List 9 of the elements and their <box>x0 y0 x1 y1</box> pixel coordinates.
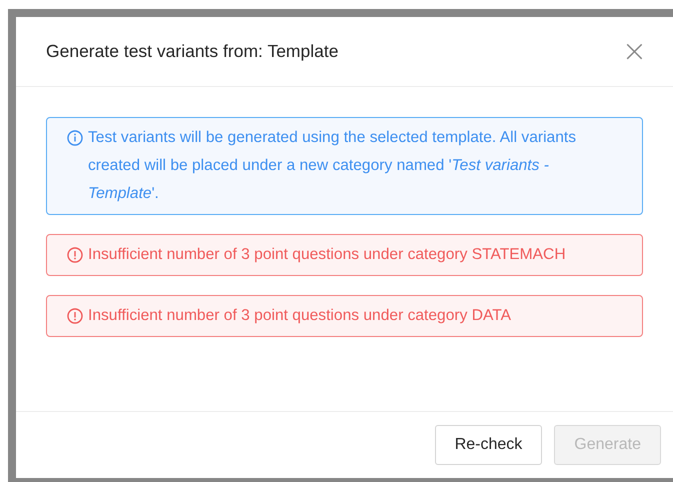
alert-message: Insufficient number of 3 point questions under category DATA <box>88 306 512 326</box>
alert-message: Test variants will be generated using the selected template. All variants created will be placed under a new category named 'Test variants - Template'. <box>88 128 577 204</box>
info-icon <box>67 130 83 146</box>
dialog-title: Generate test variants from: Template <box>46 41 338 62</box>
close-button[interactable]: × <box>622 36 647 66</box>
recheck-button[interactable]: Re-check <box>434 425 542 465</box>
alert-message: Insufficient number of 3 point questions under category STATEMACH <box>88 245 566 265</box>
alert-icon <box>67 247 83 263</box>
alert-icon <box>67 308 83 324</box>
